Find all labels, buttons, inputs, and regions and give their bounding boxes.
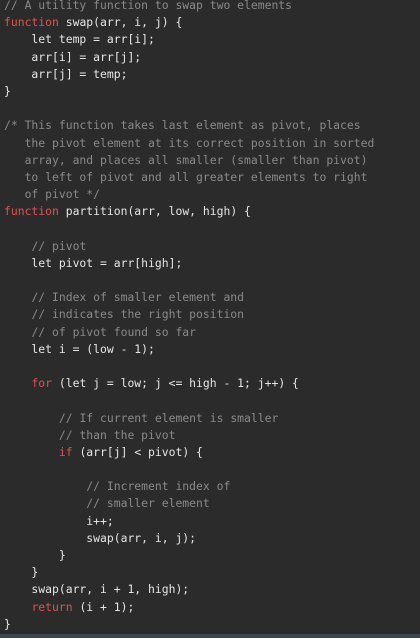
code-keyword: for <box>31 376 53 391</box>
code-comment: // If current element is smaller <box>58 410 279 425</box>
code-comment: array, and places all smaller (smaller t… <box>4 152 368 167</box>
code-keyword: function <box>4 15 59 30</box>
code-line[interactable]: // Increment index of <box>4 478 374 495</box>
code-line[interactable]: // indicates the right position <box>4 306 374 323</box>
code-keyword: if <box>58 444 73 459</box>
code-line[interactable]: arr[j] = temp; <box>4 66 374 83</box>
code-comment: // pivot <box>31 238 87 253</box>
code-text: let pivot = arr[high]; <box>4 255 183 270</box>
horizontal-scrollbar[interactable] <box>0 634 420 638</box>
code-line[interactable]: i++; <box>4 513 374 530</box>
code-line[interactable]: // of pivot found so far <box>4 324 374 341</box>
code-comment: // A utility function to swap two elemen… <box>4 0 293 12</box>
code-line[interactable] <box>4 392 374 409</box>
code-line[interactable]: let i = (low - 1); <box>4 341 374 358</box>
code-comment: // indicates the right position <box>31 307 245 322</box>
code-comment: // of pivot found so far <box>31 324 197 339</box>
code-comment: // Increment index of <box>86 479 231 494</box>
code-comment: // smaller element <box>86 496 210 511</box>
code-text: } <box>4 616 11 631</box>
code-line[interactable]: swap(arr, i + 1, high); <box>4 581 374 598</box>
code-text: swap(arr, i, j); <box>4 530 197 545</box>
code-text: let i = (low - 1); <box>4 341 155 356</box>
code-line[interactable]: let pivot = arr[high]; <box>4 255 374 272</box>
code-comment: /* This function takes last element as p… <box>4 118 361 133</box>
code-text: } <box>4 548 66 562</box>
code-text: swap(arr, i, j) { <box>58 15 183 30</box>
code-line[interactable] <box>4 100 374 117</box>
code-line[interactable]: // than the pivot <box>4 427 374 444</box>
code-line[interactable]: } <box>4 83 374 100</box>
code-line[interactable]: for (let j = low; j <= high - 1; j++) { <box>4 375 374 392</box>
code-keyword: function <box>4 204 59 219</box>
code-editor[interactable]: // A utility function to swap two elemen… <box>0 0 420 638</box>
code-line[interactable]: } <box>4 616 374 633</box>
code-text: let temp = arr[i]; <box>4 32 155 47</box>
code-line[interactable]: // If current element is smaller <box>4 410 374 427</box>
code-line[interactable]: } <box>4 564 374 581</box>
code-line[interactable]: arr[i] = arr[j]; <box>4 49 374 66</box>
code-line[interactable]: array, and places all smaller (smaller t… <box>4 152 374 169</box>
code-line[interactable]: to left of pivot and all greater element… <box>4 169 374 186</box>
code-line[interactable]: return (i + 1); <box>4 599 374 616</box>
code-comment: the pivot element at its correct positio… <box>4 135 375 150</box>
code-line[interactable]: if (arr[j] < pivot) { <box>4 444 374 461</box>
code-text: } <box>4 565 39 580</box>
code-text: arr[i] = arr[j]; <box>4 49 142 64</box>
code-text: (i + 1); <box>72 599 135 614</box>
code-comment: to left of pivot and all greater element… <box>4 169 368 184</box>
code-text: partition(arr, low, high) { <box>58 204 251 219</box>
code-text: (let j = low; j <= high - 1; j++) { <box>52 376 299 391</box>
code-line[interactable]: function swap(arr, i, j) { <box>4 14 374 31</box>
code-text: } <box>4 83 11 98</box>
code-line[interactable]: of pivot */ <box>4 186 374 203</box>
code-line[interactable]: swap(arr, i, j); <box>4 530 374 547</box>
code-line[interactable]: the pivot element at its correct positio… <box>4 135 375 152</box>
code-text: i++; <box>4 513 114 528</box>
code-line[interactable]: // Index of smaller element and <box>4 289 374 306</box>
code-text: swap(arr, i + 1, high); <box>4 582 190 597</box>
code-line[interactable]: /* This function takes last element as p… <box>4 117 374 134</box>
code-comment: of pivot */ <box>4 187 101 202</box>
code-text: (arr[j] < pivot) { <box>72 444 203 459</box>
code-line[interactable]: // pivot <box>4 238 374 255</box>
code-line[interactable]: // A utility function to swap two elemen… <box>4 0 374 14</box>
code-line[interactable] <box>4 461 374 478</box>
code-comment: // Index of smaller element and <box>31 290 245 305</box>
code-comment: // than the pivot <box>58 427 176 442</box>
code-text: arr[j] = temp; <box>4 66 128 81</box>
code-keyword: return <box>31 599 73 614</box>
code-view[interactable]: // A utility function to swap two elemen… <box>4 0 374 633</box>
code-line[interactable] <box>4 220 374 237</box>
code-line[interactable]: // smaller element <box>4 495 374 512</box>
code-line[interactable] <box>4 358 374 375</box>
code-line[interactable]: let temp = arr[i]; <box>4 31 374 48</box>
code-line[interactable] <box>4 272 374 289</box>
code-line[interactable]: } <box>4 547 374 564</box>
code-line[interactable]: function partition(arr, low, high) { <box>4 203 374 220</box>
